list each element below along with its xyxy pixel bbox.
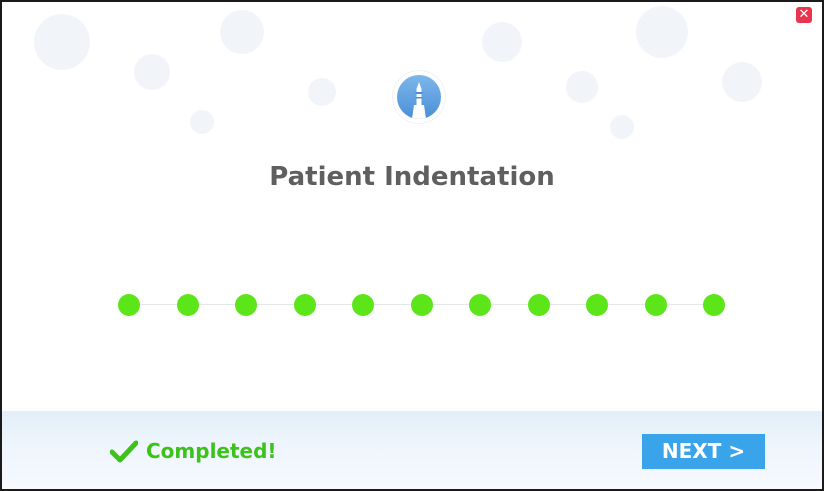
next-button[interactable]: NEXT > bbox=[642, 434, 765, 469]
progress-dot bbox=[703, 294, 725, 316]
progress-dot bbox=[294, 294, 316, 316]
progress-dot bbox=[235, 294, 257, 316]
status-text: Completed! bbox=[146, 439, 277, 463]
close-icon: ✕ bbox=[798, 7, 810, 22]
close-button[interactable]: ✕ bbox=[796, 7, 812, 23]
page-title: Patient Indentation bbox=[269, 162, 555, 192]
progress-dot bbox=[352, 294, 374, 316]
progress-dot bbox=[177, 294, 199, 316]
progress-dot bbox=[118, 294, 140, 316]
status-message: Completed! bbox=[110, 439, 277, 463]
progress-dot bbox=[411, 294, 433, 316]
progress-dot bbox=[645, 294, 667, 316]
checkmark-icon bbox=[110, 440, 138, 463]
dialog-footer: Completed! NEXT > bbox=[2, 411, 822, 489]
progress-dot bbox=[528, 294, 550, 316]
app-logo bbox=[393, 71, 445, 123]
progress-dot bbox=[469, 294, 491, 316]
progress-indicator bbox=[118, 293, 728, 317]
progress-dot bbox=[586, 294, 608, 316]
pen-tip-icon bbox=[397, 75, 441, 119]
dialog-window: ✕ Patient Indentation Completed! NEXT > bbox=[0, 0, 824, 491]
